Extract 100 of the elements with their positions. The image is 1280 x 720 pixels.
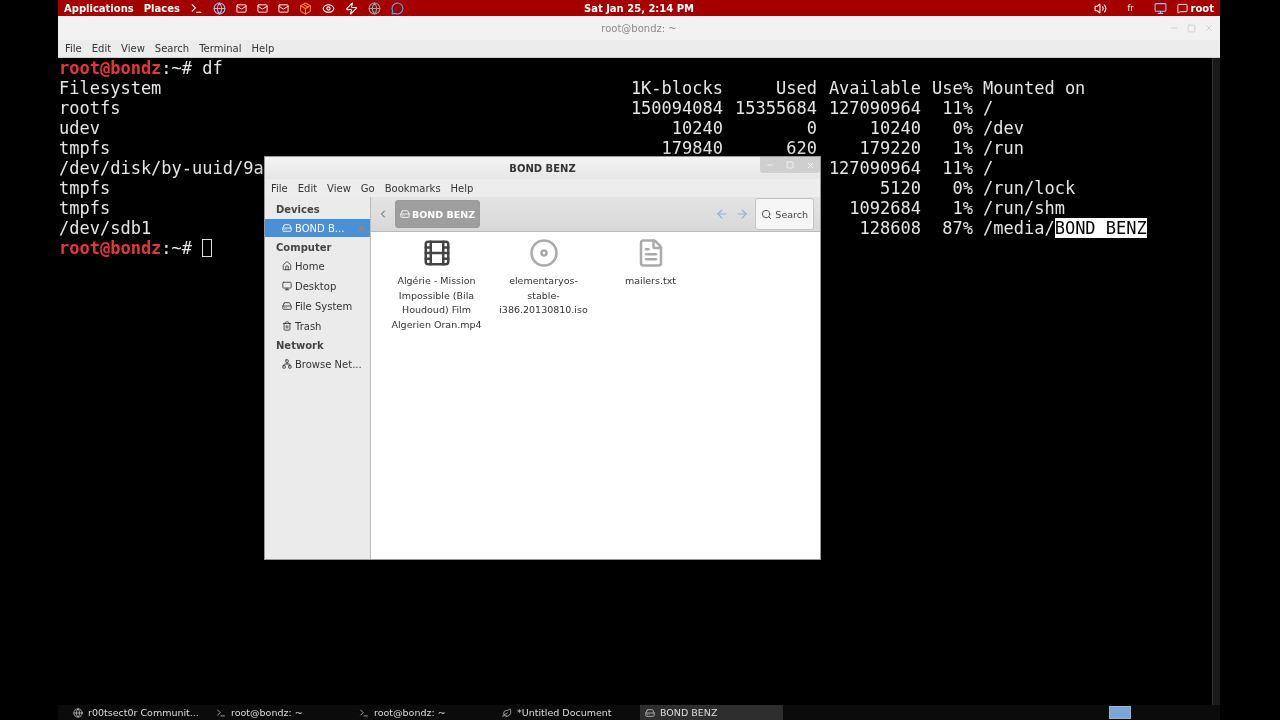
menu-item[interactable]: Go [355,182,380,194]
sidebar-item[interactable]: Browse Net... [265,355,370,373]
output-cell: /media/ [983,218,1055,238]
menu-item[interactable]: Search [149,43,195,54]
column-header: Used [776,78,817,98]
drive-icon [645,707,655,718]
close-icon [805,160,815,170]
column-header: Mounted on [983,78,1086,98]
output-cell: 128608 [859,218,921,238]
search-icon [761,208,773,220]
drive-icon [282,301,292,311]
sidebar-heading: Network [275,339,325,353]
file-name[interactable]: elementaryos-stable-i386.20130810.iso [494,274,593,318]
output-cell: / [983,158,994,178]
panel-menu[interactable]: Places [143,2,180,14]
output-cell: 15355684 [735,98,817,118]
globe-icon [73,707,83,718]
menu-item[interactable]: Edit [292,182,323,194]
output-cell: 10240 [869,118,921,138]
scroll-bar[interactable] [1212,58,1220,705]
file-name[interactable]: Algérie - Mission Impossible (Bila Houdoud) Film Algerien Oran.mp4 [387,274,486,332]
volume-icon[interactable] [1094,1,1108,15]
menu-item[interactable]: Bookmarks [379,182,446,194]
prompt-user: root@bondz [59,58,162,78]
window-title: root@bondz: ~ [601,22,677,34]
menu-item[interactable]: Terminal [194,43,247,54]
keyboard-layout[interactable]: fr [1127,3,1134,13]
output-cell: 0% [952,178,973,198]
eye-icon[interactable] [321,1,335,15]
prompt-path: :~# [161,58,193,78]
taskbar-item[interactable]: root@bondz: ~ [354,705,497,720]
output-cell: 150094084 [630,98,723,118]
sidebar-heading: Computer [275,241,333,255]
leaf-icon [502,707,512,718]
column-header: Filesystem [59,78,162,98]
output-cell: 179840 [661,138,723,158]
mail-icon[interactable] [256,2,268,14]
output-cell: 5120 [880,178,921,198]
menu-item[interactable]: Help [246,43,280,54]
output-cell: /dev [983,118,1024,138]
menu-item[interactable]: File [60,43,87,54]
prompt-user: root@bondz [59,238,162,258]
drive-icon [282,223,292,233]
sidebar-item[interactable]: File System [265,297,370,315]
output-cell: 11% [942,98,973,118]
menu-item[interactable]: Edit [86,43,117,54]
lightning-icon[interactable] [344,1,358,15]
disc-icon[interactable] [528,238,559,268]
output-cell: 87% [942,218,973,238]
output-cell: 10240 [671,118,723,138]
drive-icon [400,209,410,219]
sidebar-heading: Devices [275,203,321,217]
sidebar-item[interactable]: Desktop [265,277,370,295]
user-menu[interactable]: root [1190,2,1214,14]
output-cell: 0 [806,118,817,138]
output-cell: 1092684 [849,198,921,218]
chat-icon[interactable] [390,1,404,15]
window-title: BOND BENZ [509,162,576,174]
output-cell: /dev/disk/by-uuid/9a [59,158,264,178]
search-button[interactable]: Search [755,198,814,230]
output-cell: tmpfs [59,198,111,218]
globe-icon[interactable] [367,1,381,15]
workspace-switcher[interactable] [1109,706,1131,719]
network-icon[interactable] [1153,1,1167,15]
sidebar-item[interactable]: Trash [265,317,370,335]
output-cell: 0% [952,118,973,138]
prompt-path: :~# [161,238,193,258]
output-cell: tmpfs [59,178,111,198]
output-cell: 11% [942,158,973,178]
file-name[interactable]: mailers.txt [601,274,700,289]
panel-menu[interactable]: Applications [64,2,134,14]
monitor-icon [282,281,292,291]
mail-icon[interactable] [277,2,289,14]
menu-item[interactable]: View [322,182,356,194]
column-header: Use% [932,78,973,98]
column-header: 1K-blocks [630,78,723,98]
column-header: Available [828,78,921,98]
output-cell: 620 [786,138,817,158]
trash-icon [282,321,292,331]
taskbar-item[interactable]: BOND BENZ [640,705,783,720]
output-cell: 1% [952,138,973,158]
terminal-icon [359,707,369,718]
taskbar-item[interactable]: r00tsect0r Communit... [68,705,211,720]
mail-icon[interactable] [235,2,247,14]
panel-clock[interactable]: Sat Jan 25, 2:14 PM [583,2,695,14]
selected-text: BOND BENZ [1054,218,1147,238]
taskbar-item[interactable]: *Untitled Document [497,705,640,720]
menu-item[interactable]: View [116,43,150,54]
taskbar-item[interactable]: root@bondz: ~ [211,705,354,720]
package-icon[interactable] [298,1,312,15]
network-icon [282,359,292,369]
home-icon [282,261,292,271]
output-cell: /run [983,138,1024,158]
output-cell: tmpfs [59,138,111,158]
menu-item[interactable]: File [266,182,293,194]
terminal-icon[interactable] [189,1,203,15]
output-cell: 1% [952,198,973,218]
sidebar-item[interactable]: Home [265,257,370,275]
globe-icon[interactable] [212,1,226,15]
menu-item[interactable]: Help [445,182,479,194]
